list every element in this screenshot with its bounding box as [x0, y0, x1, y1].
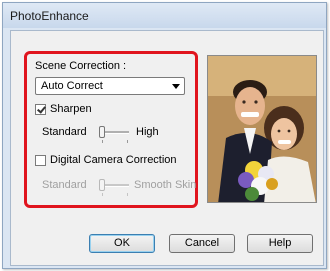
digital-camera-slider-tick [127, 193, 128, 196]
photoenhance-dialog: PhotoEnhance Scene Correction : Auto Cor… [2, 2, 327, 269]
window-title: PhotoEnhance [10, 9, 89, 23]
digital-camera-smooth-skin-label: Smooth Skin [134, 179, 197, 191]
sharpen-high-label: High [136, 126, 159, 138]
scene-correction-label: Scene Correction : [35, 60, 127, 72]
dialog-body: Scene Correction : Auto Correct Sharpen … [10, 30, 324, 266]
sharpen-label: Sharpen [50, 103, 92, 115]
preview-photo [207, 55, 317, 203]
sharpen-standard-label: Standard [42, 126, 87, 138]
digital-camera-slider-tick [102, 193, 103, 196]
sharpen-checkbox[interactable] [35, 104, 46, 115]
couple-photo-image [208, 56, 316, 202]
ok-button[interactable]: OK [89, 234, 155, 253]
scene-correction-value: Auto Correct [41, 80, 103, 92]
sharpen-slider-thumb[interactable] [99, 126, 105, 138]
digital-camera-standard-label: Standard [42, 179, 87, 191]
sharpen-slider-tick [127, 140, 128, 143]
cancel-button[interactable]: Cancel [169, 234, 235, 253]
digital-camera-slider-thumb[interactable] [99, 179, 105, 191]
scene-correction-select[interactable]: Auto Correct [35, 77, 185, 95]
help-button[interactable]: Help [247, 234, 313, 253]
title-bar[interactable]: PhotoEnhance [3, 3, 326, 28]
digital-camera-correction-label: Digital Camera Correction [50, 154, 177, 166]
sharpen-slider-tick [102, 140, 103, 143]
chevron-down-icon [172, 84, 180, 89]
digital-camera-correction-checkbox[interactable] [35, 155, 46, 166]
